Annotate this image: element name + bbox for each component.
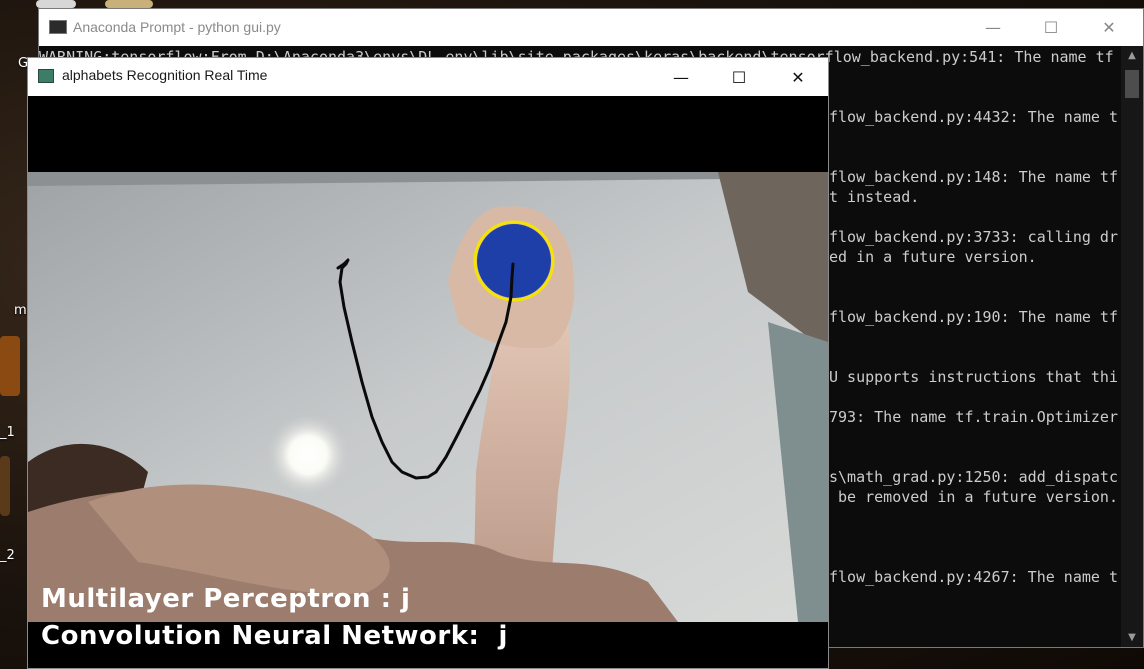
frame-top-blackboard xyxy=(28,96,828,172)
console-window-title: Anaconda Prompt - python gui.py xyxy=(73,19,281,35)
console-line: ed in a future version. xyxy=(829,248,1037,266)
console-line: t instead. xyxy=(829,188,920,206)
console-line: flow_backend.py:190: The name tf xyxy=(829,308,1118,326)
console-scrollbar[interactable]: ▲ ▼ xyxy=(1121,46,1143,647)
console-line: s\math_grad.py:1250: add_dispatc xyxy=(829,468,1118,486)
console-maximize-button[interactable]: ☐ xyxy=(1022,9,1080,46)
desktop-icon-label[interactable]: _1 xyxy=(0,425,15,440)
desktop-icon-label[interactable]: m xyxy=(14,303,27,318)
desktop-icon-label[interactable]: _2 xyxy=(0,548,15,563)
console-titlebar[interactable]: Anaconda Prompt - python gui.py — ☐ ✕ xyxy=(39,9,1143,46)
console-close-button[interactable]: ✕ xyxy=(1080,9,1138,46)
console-line: flow_backend.py:148: The name tf xyxy=(829,168,1118,186)
recognition-titlebar[interactable]: alphabets Recognition Real Time — ☐ ✕ xyxy=(28,58,828,97)
scroll-down-arrow-icon[interactable]: ▼ xyxy=(1121,632,1143,643)
desktop-app-icon[interactable] xyxy=(105,0,153,8)
mlp-prediction-label: Multilayer Perceptron : j xyxy=(41,584,411,614)
console-line: flow_backend.py:4432: The name t xyxy=(829,108,1118,126)
console-line: 793: The name tf.train.Optimizer xyxy=(829,408,1118,426)
console-minimize-button[interactable]: — xyxy=(964,9,1022,46)
camera-feed xyxy=(28,172,828,622)
desktop-app-icon[interactable] xyxy=(0,456,10,516)
cnn-prediction-label: Convolution Neural Network: j xyxy=(41,621,508,651)
recognition-app-icon xyxy=(38,69,54,83)
scroll-up-arrow-icon[interactable]: ▲ xyxy=(1121,50,1143,61)
recognition-window-title: alphabets Recognition Real Time xyxy=(62,67,268,83)
blue-marker xyxy=(477,224,551,298)
console-line: flow_backend.py:4267: The name t xyxy=(829,568,1118,586)
recognition-window[interactable]: alphabets Recognition Real Time — ☐ ✕ Mu… xyxy=(27,57,829,669)
console-line: flow_backend.py:3733: calling dr xyxy=(829,228,1118,246)
desktop-app-icon[interactable] xyxy=(36,0,76,8)
ceiling-lamp xyxy=(266,413,350,497)
console-line: be removed in a future version. xyxy=(829,488,1118,506)
console-app-icon xyxy=(49,20,67,34)
scrollbar-thumb[interactable] xyxy=(1125,70,1139,98)
recognition-close-button[interactable]: ✕ xyxy=(769,58,827,96)
camera-feed-image xyxy=(28,172,828,622)
recognition-minimize-button[interactable]: — xyxy=(652,58,710,96)
console-line: U supports instructions that thi xyxy=(829,368,1118,386)
recognition-maximize-button[interactable]: ☐ xyxy=(710,58,768,96)
desktop-app-icon[interactable] xyxy=(0,336,20,396)
